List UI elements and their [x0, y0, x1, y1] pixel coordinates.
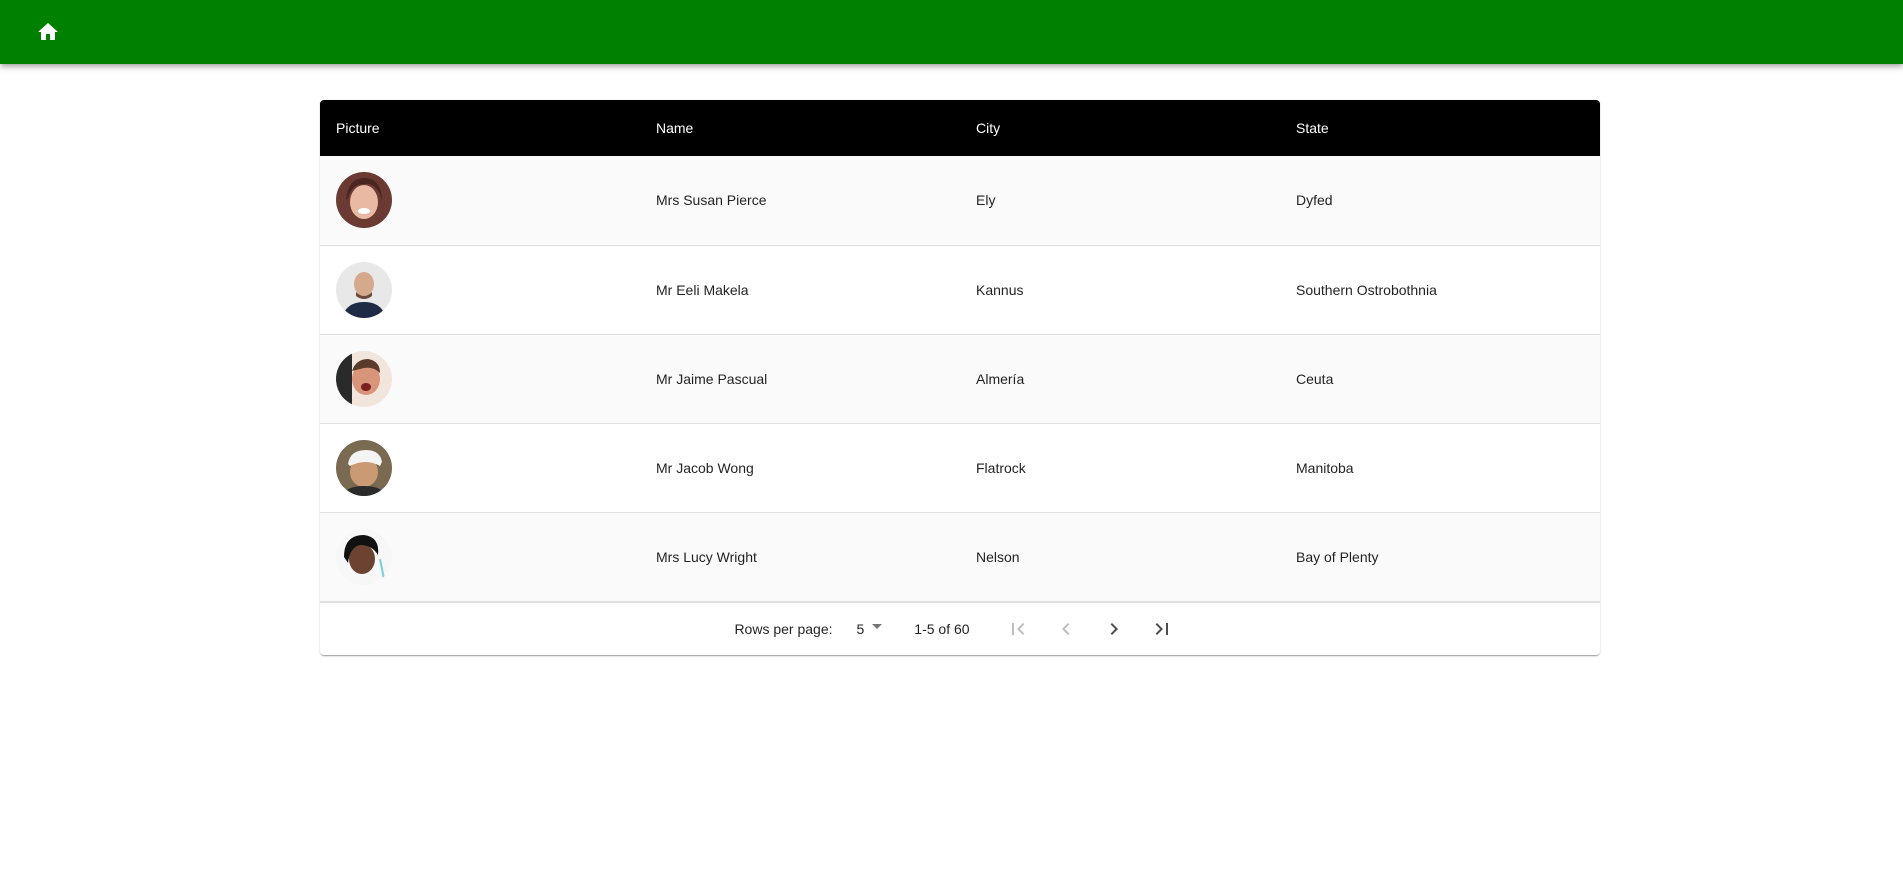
column-header-city: City — [976, 120, 1001, 136]
name-cell: Mrs Lucy Wright — [656, 548, 757, 565]
name-cell: Mr Jaime Pascual — [656, 370, 768, 387]
picture-cell — [320, 423, 640, 512]
users-table-container: Picture Name City State Mrs Susan Pierce… — [320, 100, 1600, 655]
rows-per-page-select[interactable]: 5 — [857, 621, 883, 637]
state-cell: Bay of Plenty — [1296, 548, 1379, 565]
avatar — [336, 528, 392, 585]
table-row: Mrs Susan Pierce Ely Dyfed — [320, 156, 1600, 245]
column-header-name: Name — [656, 120, 694, 136]
first-page-icon — [1011, 622, 1024, 635]
picture-cell — [320, 334, 640, 423]
previous-page-button[interactable] — [1042, 605, 1090, 653]
city-cell: Kannus — [976, 281, 1024, 298]
column-header-state: State — [1296, 120, 1329, 136]
last-page-button[interactable] — [1138, 605, 1186, 653]
home-icon — [38, 23, 58, 40]
rows-per-page-label: Rows per page: — [734, 620, 833, 637]
last-page-icon — [1155, 622, 1168, 635]
name-cell: Mr Eeli Makela — [656, 281, 749, 298]
picture-cell — [320, 245, 640, 334]
table-row: Mr Jaime Pascual Almería Ceuta — [320, 334, 1600, 423]
home-button[interactable] — [24, 8, 72, 56]
table-row: Mr Eeli Makela Kannus Southern Ostroboth… — [320, 245, 1600, 334]
avatar — [336, 350, 392, 407]
picture-cell — [320, 156, 640, 245]
chevron-right-icon — [1110, 622, 1118, 635]
table-row: Mr Jacob Wong Flatrock Manitoba — [320, 423, 1600, 512]
avatar — [336, 172, 392, 229]
avatar — [336, 261, 392, 318]
state-cell: Southern Ostrobothnia — [1296, 281, 1437, 298]
column-header-picture: Picture — [336, 120, 380, 136]
chevron-left-icon — [1061, 622, 1069, 635]
state-cell: Manitoba — [1296, 459, 1354, 476]
avatar — [336, 439, 392, 496]
city-cell: Flatrock — [976, 459, 1026, 476]
name-cell: Mr Jacob Wong — [656, 459, 754, 476]
name-cell: Mrs Susan Pierce — [656, 192, 767, 209]
next-page-button[interactable] — [1090, 605, 1138, 653]
table-pagination: Rows per page: 5 1-5 of 60 — [320, 601, 1600, 655]
table-header-row: Picture Name City State — [320, 100, 1600, 156]
app-bar — [0, 0, 1903, 64]
city-cell: Almería — [976, 370, 1025, 387]
first-page-button[interactable] — [994, 605, 1042, 653]
rows-per-page-value: 5 — [856, 620, 865, 637]
caret-down-icon — [872, 624, 883, 629]
city-cell: Nelson — [976, 548, 1020, 565]
state-cell: Dyfed — [1296, 192, 1333, 209]
page-range: 1-5 of 60 — [914, 620, 970, 637]
table-row: Mrs Lucy Wright Nelson Bay of Plenty — [320, 512, 1600, 601]
picture-cell — [320, 512, 640, 601]
city-cell: Ely — [976, 192, 996, 209]
users-table: Picture Name City State Mrs Susan Pierce… — [320, 100, 1600, 602]
state-cell: Ceuta — [1296, 370, 1334, 387]
